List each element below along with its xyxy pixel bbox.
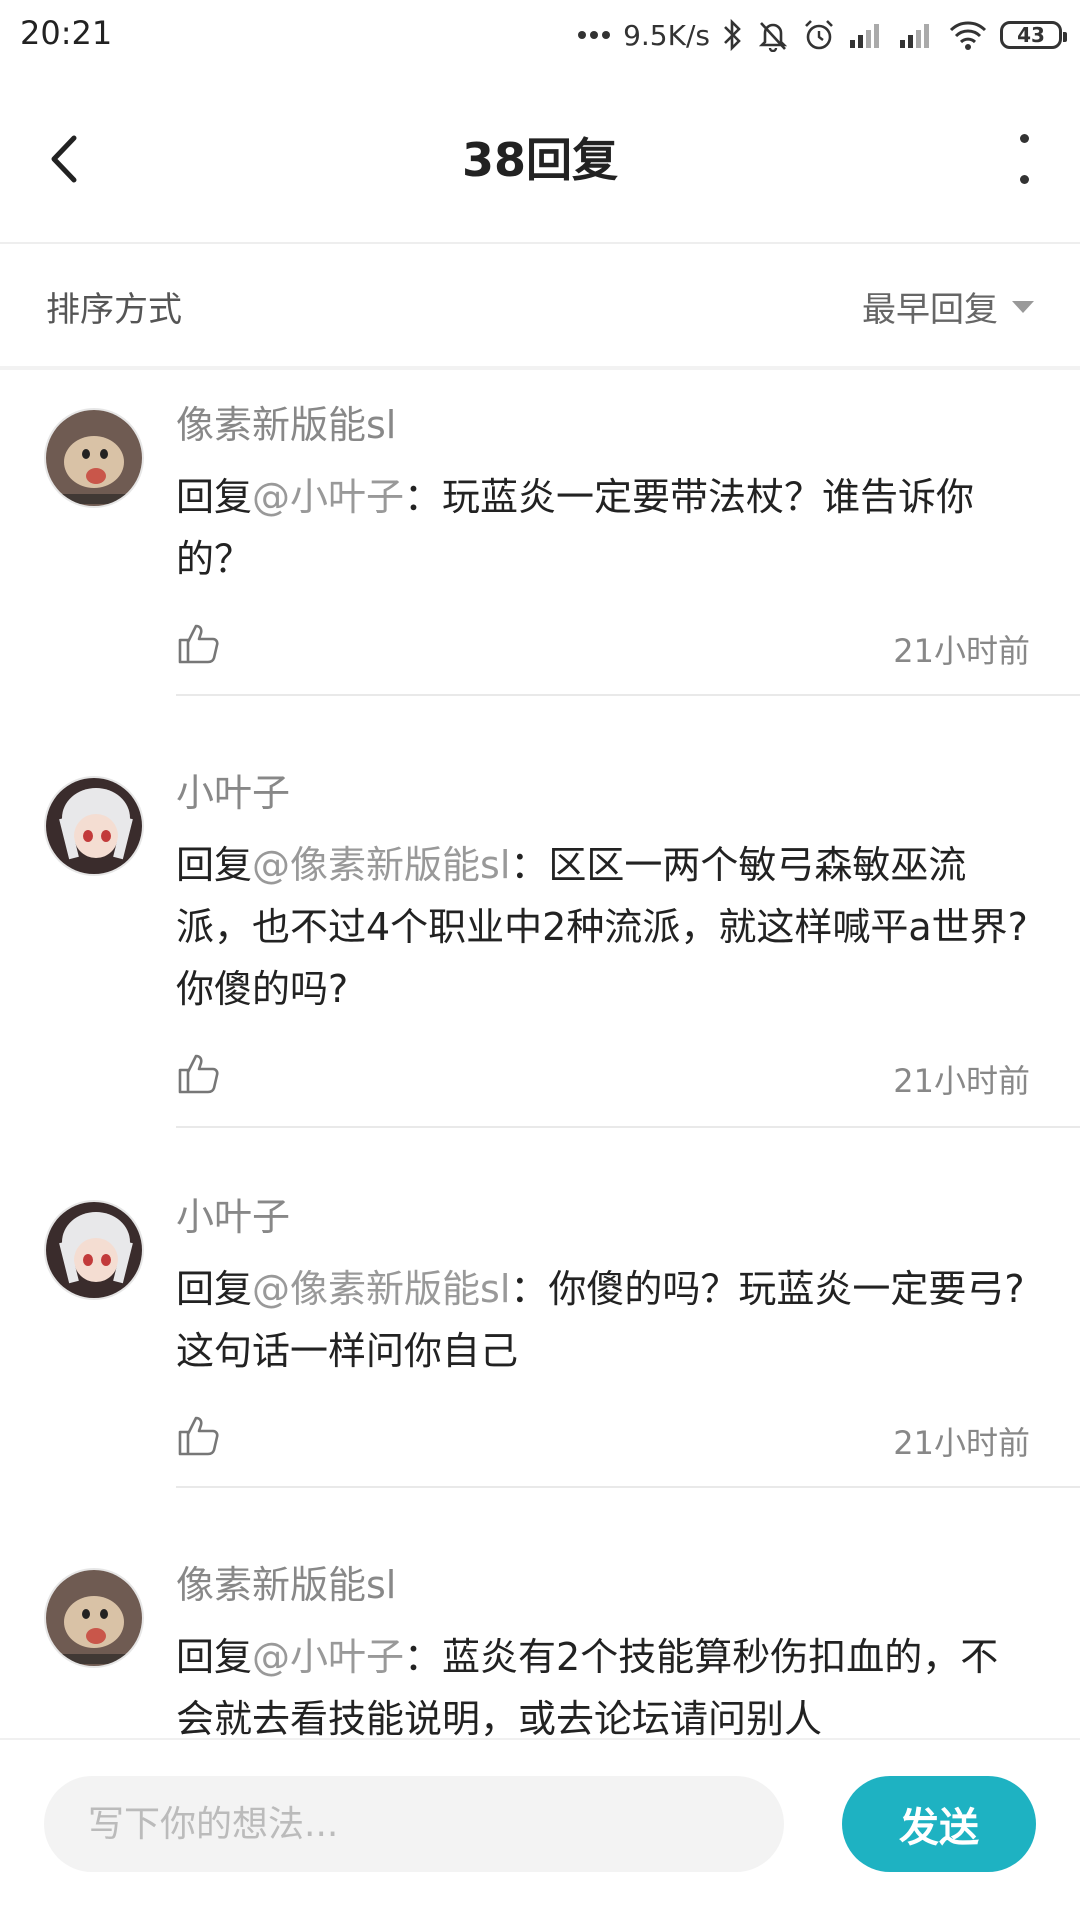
commenter-name[interactable]: 小叶子	[176, 768, 1030, 818]
reply-prefix: 回复	[176, 1635, 253, 1679]
dots-icon	[578, 31, 611, 39]
like-button[interactable]	[176, 1412, 220, 1458]
mention-link[interactable]: @像素新版能sl	[252, 1267, 510, 1311]
comment-body: 像素新版能sl 回复@小叶子：蓝炎有2个技能算秒伤扣血的，不会就去看技能说明，或…	[176, 1560, 1030, 1750]
avatar[interactable]	[44, 776, 144, 876]
comment-text: 回复@小叶子：蓝炎有2个技能算秒伤扣血的，不会就去看技能说明，或去论坛请问别人	[176, 1626, 1030, 1750]
comment-composer: 发送	[0, 1738, 1080, 1920]
comment-input[interactable]	[44, 1776, 784, 1872]
signal-icon	[900, 24, 929, 48]
like-button[interactable]	[176, 620, 220, 666]
caret-down-icon	[1012, 300, 1034, 313]
top-nav-bar: 38回复	[0, 72, 1080, 244]
mute-bell-icon	[758, 22, 788, 52]
battery-level: 43	[1017, 23, 1045, 47]
comment-time: 21小时前	[893, 632, 1030, 670]
commenter-name[interactable]: 像素新版能sl	[176, 1560, 1030, 1610]
anime-girl-avatar-icon	[46, 778, 142, 874]
comment-body: 小叶子 回复@像素新版能sl：区区一两个敏弓森敏巫流派，也不过4个职业中2种流派…	[176, 768, 1030, 1110]
mention-link[interactable]: @像素新版能sl	[252, 843, 510, 887]
status-icons: 9.5K/s 43	[577, 10, 1067, 60]
wifi-icon	[949, 21, 987, 50]
comment-footer: 21小时前	[176, 620, 1030, 680]
anime-girl-avatar-icon	[46, 1202, 142, 1298]
divider	[176, 694, 1080, 696]
reply-prefix: 回复	[176, 843, 253, 887]
hamster-avatar-icon	[46, 410, 142, 506]
bluetooth-icon	[724, 18, 741, 52]
sort-bar: 排序方式 最早回复	[0, 244, 1080, 370]
comment-text: 回复@像素新版能sl：你傻的吗？玩蓝炎一定要弓?这句话一样问你自己	[176, 1258, 1030, 1382]
sort-dropdown[interactable]: 最早回复	[862, 282, 1034, 331]
alarm-icon	[805, 20, 833, 50]
network-speed: 9.5K/s	[623, 18, 710, 52]
page-title: 38回复	[461, 133, 618, 187]
comment-body: 小叶子 回复@像素新版能sl：你傻的吗？玩蓝炎一定要弓?这句话一样问你自己 21…	[176, 1192, 1030, 1472]
hamster-avatar-icon	[46, 1570, 142, 1666]
reply-prefix: 回复	[176, 475, 253, 519]
comment-text: 回复@像素新版能sl：区区一两个敏弓森敏巫流派，也不过4个职业中2种流派，就这样…	[176, 834, 1030, 1020]
more-options-button[interactable]	[1014, 134, 1034, 184]
battery-icon: 43	[1000, 21, 1067, 49]
status-time: 20:21	[20, 14, 113, 52]
more-dot	[1019, 175, 1029, 184]
comment-body: 像素新版能sl 回复@小叶子：玩蓝炎一定要带法杖？谁告诉你的？ 21小时前	[176, 400, 1030, 680]
mention-link[interactable]: @小叶子	[252, 475, 404, 519]
comment-footer: 21小时前	[176, 1050, 1030, 1110]
divider	[176, 1126, 1080, 1128]
like-button[interactable]	[176, 1050, 220, 1096]
commenter-name[interactable]: 小叶子	[176, 1192, 1030, 1242]
more-dot	[1019, 134, 1029, 143]
avatar[interactable]	[44, 1200, 144, 1300]
status-bar: 20:21 9.5K/s 43	[0, 0, 1080, 72]
comment-footer: 21小时前	[176, 1412, 1030, 1472]
comment-text: 回复@小叶子：玩蓝炎一定要带法杖？谁告诉你的？	[176, 466, 1030, 590]
commenter-name[interactable]: 像素新版能sl	[176, 400, 1030, 450]
mention-link[interactable]: @小叶子	[252, 1635, 404, 1679]
signal-icon	[850, 24, 879, 48]
comment-time: 21小时前	[893, 1424, 1030, 1462]
thumbs-up-icon	[178, 1054, 219, 1094]
thumbs-up-icon	[178, 1416, 219, 1456]
sort-label: 排序方式	[46, 290, 182, 330]
comment-time: 21小时前	[893, 1062, 1030, 1100]
reply-prefix: 回复	[176, 1267, 253, 1311]
avatar[interactable]	[44, 408, 144, 508]
send-button[interactable]: 发送	[842, 1776, 1036, 1872]
avatar[interactable]	[44, 1568, 144, 1668]
sort-selected-value: 最早回复	[862, 290, 998, 330]
divider	[176, 1486, 1080, 1488]
thumbs-up-icon	[178, 624, 219, 664]
